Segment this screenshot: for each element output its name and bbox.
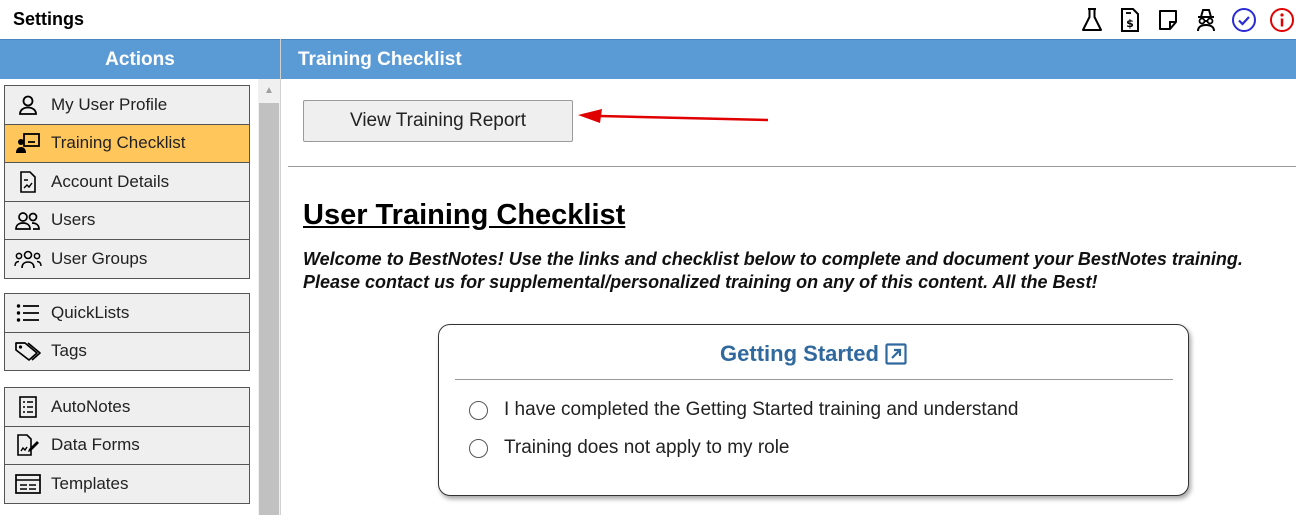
document-chart-icon (5, 170, 51, 193)
scroll-thumb[interactable] (259, 103, 279, 515)
sidebar-item-label: My User Profile (51, 94, 168, 114)
presentation-user-icon (5, 132, 51, 154)
user-icon (5, 94, 51, 116)
list-icon (5, 303, 51, 323)
radio-button[interactable] (469, 400, 488, 420)
check-circle-icon[interactable] (1230, 6, 1258, 34)
pane-divider[interactable] (280, 39, 281, 515)
menu-group-account: My User Profile Training Checklist Accou… (4, 85, 250, 279)
card-title: Getting Started (720, 341, 879, 366)
sidebar-item-label: User Groups (51, 248, 148, 268)
template-icon (5, 473, 51, 494)
sidebar-item-quicklists[interactable]: QuickLists (5, 294, 249, 333)
sidebar-item-tags[interactable]: Tags (5, 332, 249, 371)
sticky-note-icon[interactable] (1154, 6, 1182, 34)
card-divider (455, 379, 1173, 380)
sidebar-scrollbar[interactable]: ▲ (258, 79, 280, 515)
form-edit-icon (5, 434, 51, 457)
info-circle-icon[interactable] (1268, 6, 1296, 34)
svg-text:$: $ (1126, 17, 1134, 30)
top-bar: Settings $ (0, 0, 1296, 39)
sidebar-item-label: Tags (51, 341, 87, 361)
red-arrow-annotation (578, 109, 769, 123)
content-divider (288, 166, 1296, 167)
users-icon (5, 209, 51, 231)
sidebar-item-account-details[interactable]: Account Details (5, 163, 249, 202)
tags-icon (5, 340, 51, 362)
getting-started-card: Getting Started I have completed the Get… (438, 324, 1189, 496)
actions-header-label: Actions (105, 49, 175, 70)
menu-group-lists: QuickLists Tags (4, 293, 250, 371)
welcome-text: Welcome to BestNotes! Use the links and … (303, 249, 1243, 292)
invoice-dollar-icon[interactable]: $ (1116, 6, 1144, 34)
checklist-icon (5, 395, 51, 418)
flask-icon[interactable] (1078, 6, 1106, 34)
app-title: Settings (13, 9, 85, 29)
option-completed[interactable]: I have completed the Getting Started tra… (469, 399, 1018, 421)
scroll-up-arrow-icon[interactable]: ▲ (258, 79, 280, 101)
sidebar-item-training-checklist[interactable]: Training Checklist (5, 124, 249, 163)
sidebar-item-my-user-profile[interactable]: My User Profile (5, 86, 249, 125)
page-title: User Training Checklist (303, 199, 626, 231)
sidebar-item-label: QuickLists (51, 302, 130, 322)
sidebar-item-user-groups[interactable]: User Groups (5, 240, 249, 279)
main-header-label: Training Checklist (298, 49, 462, 70)
menu-group-notes: AutoNotes Data Forms Templates (4, 387, 250, 504)
card-title-row: Getting Started (439, 341, 1188, 367)
sidebar-item-label: AutoNotes (51, 396, 131, 416)
main-header: Training Checklist (281, 39, 1296, 79)
sidebar-item-autonotes[interactable]: AutoNotes (5, 388, 249, 427)
option-label: I have completed the Getting Started tra… (504, 399, 1019, 420)
sidebar-item-label: Account Details (51, 171, 170, 191)
sidebar-item-users[interactable]: Users (5, 201, 249, 240)
user-group-icon (5, 248, 51, 270)
sidebar-item-data-forms[interactable]: Data Forms (5, 426, 249, 465)
radio-button[interactable] (469, 438, 488, 458)
option-label: Training does not apply to my role (504, 437, 790, 458)
sidebar-item-label: Training Checklist (51, 133, 186, 153)
sidebar: My User Profile Training Checklist Accou… (0, 79, 280, 515)
incognito-user-icon[interactable] (1192, 6, 1220, 34)
top-toolbar: $ (1068, 6, 1296, 34)
sidebar-item-templates[interactable]: Templates (5, 465, 249, 504)
option-not-applicable[interactable]: Training does not apply to my role (469, 437, 790, 459)
sidebar-item-label: Templates (51, 473, 129, 493)
sidebar-item-label: Data Forms (51, 435, 140, 455)
sidebar-item-label: Users (51, 210, 96, 230)
external-link-icon[interactable] (885, 343, 907, 365)
view-training-report-button[interactable]: View Training Report (303, 100, 573, 142)
actions-header: Actions (0, 39, 280, 79)
